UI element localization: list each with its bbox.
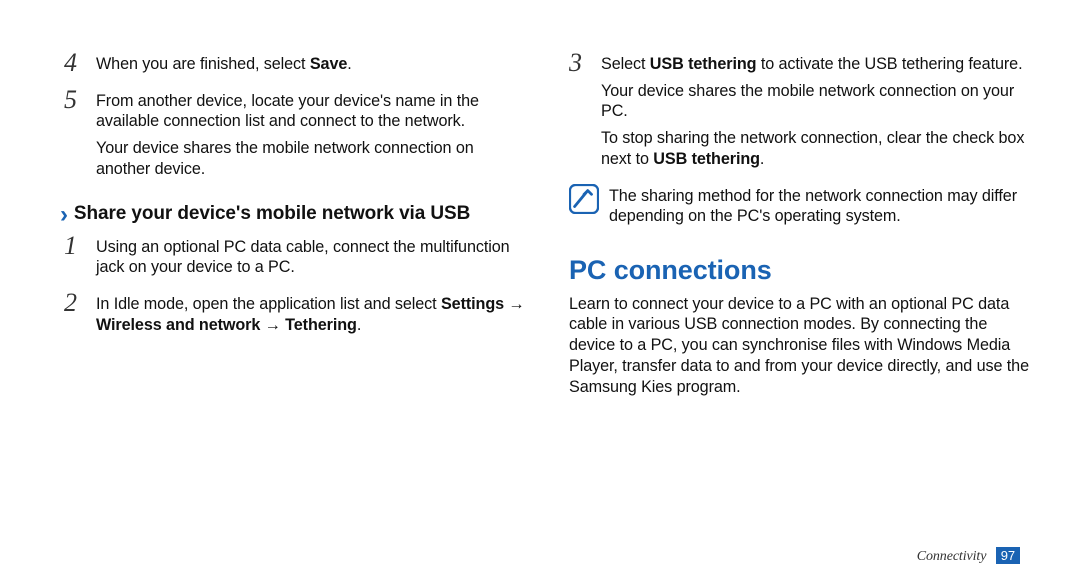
- step-1-p1: Using an optional PC data cable, connect…: [96, 237, 525, 278]
- step-number: 4: [64, 50, 90, 76]
- step-body: Using an optional PC data cable, connect…: [96, 235, 525, 284]
- note-block: The sharing method for the network conne…: [569, 184, 1030, 227]
- text-bold: Save: [310, 55, 347, 73]
- text-fragment: to activate the USB tethering feature.: [756, 55, 1022, 73]
- step-body: From another device, locate your device'…: [96, 89, 525, 186]
- step-number: 3: [569, 50, 595, 76]
- text-fragment: In Idle mode, open the application list …: [96, 295, 441, 313]
- text-fragment: →: [260, 316, 285, 334]
- text-fragment: .: [347, 55, 351, 73]
- step-3-p2: Your device shares the mobile network co…: [601, 81, 1030, 122]
- text-fragment: When you are finished, select: [96, 55, 310, 73]
- text-bold: Tethering: [285, 316, 357, 334]
- text-bold: USB tethering: [653, 150, 760, 168]
- footer-section: Connectivity: [917, 549, 987, 564]
- step-1: 1 Using an optional PC data cable, conne…: [64, 235, 525, 284]
- text-bold: USB tethering: [650, 55, 757, 73]
- text-fragment: Select: [601, 55, 650, 73]
- footer-page-number: 97: [996, 547, 1020, 564]
- step-5: 5 From another device, locate your devic…: [64, 89, 525, 186]
- step-3-p3: To stop sharing the network connection, …: [601, 128, 1030, 169]
- text-fragment: .: [357, 316, 361, 334]
- left-column: 4 When you are finished, select Save. 5 …: [64, 52, 525, 556]
- step-2-text: In Idle mode, open the application list …: [96, 294, 525, 335]
- step-body: Select USB tethering to activate the USB…: [601, 52, 1030, 176]
- subsection-heading-row: › Share your device's mobile network via…: [60, 202, 525, 227]
- section-heading: PC connections: [569, 253, 1030, 288]
- text-fragment: →: [504, 295, 525, 313]
- step-2: 2 In Idle mode, open the application lis…: [64, 292, 525, 341]
- section-paragraph: Learn to connect your device to a PC wit…: [569, 294, 1030, 398]
- step-3-p1: Select USB tethering to activate the USB…: [601, 54, 1030, 75]
- step-5-p1: From another device, locate your device'…: [96, 91, 525, 132]
- subsection-heading: Share your device's mobile network via U…: [74, 202, 470, 225]
- page-root: 4 When you are finished, select Save. 5 …: [0, 0, 1080, 586]
- chevron-right-icon: ›: [60, 203, 68, 227]
- step-4-text: When you are finished, select Save.: [96, 54, 525, 75]
- step-number: 2: [64, 290, 90, 316]
- step-4: 4 When you are finished, select Save.: [64, 52, 525, 81]
- note-icon: [569, 184, 599, 214]
- text-bold: Settings: [441, 295, 504, 313]
- text-fragment: .: [760, 150, 764, 168]
- step-body: In Idle mode, open the application list …: [96, 292, 525, 341]
- step-number: 1: [64, 233, 90, 259]
- note-text: The sharing method for the network conne…: [609, 184, 1030, 227]
- text-bold: Wireless and network: [96, 316, 260, 334]
- right-column: 3 Select USB tethering to activate the U…: [569, 52, 1030, 556]
- step-number: 5: [64, 87, 90, 113]
- step-body: When you are finished, select Save.: [96, 52, 525, 81]
- step-3: 3 Select USB tethering to activate the U…: [569, 52, 1030, 176]
- page-footer: Connectivity 97: [917, 548, 1020, 566]
- step-5-p2: Your device shares the mobile network co…: [96, 138, 525, 179]
